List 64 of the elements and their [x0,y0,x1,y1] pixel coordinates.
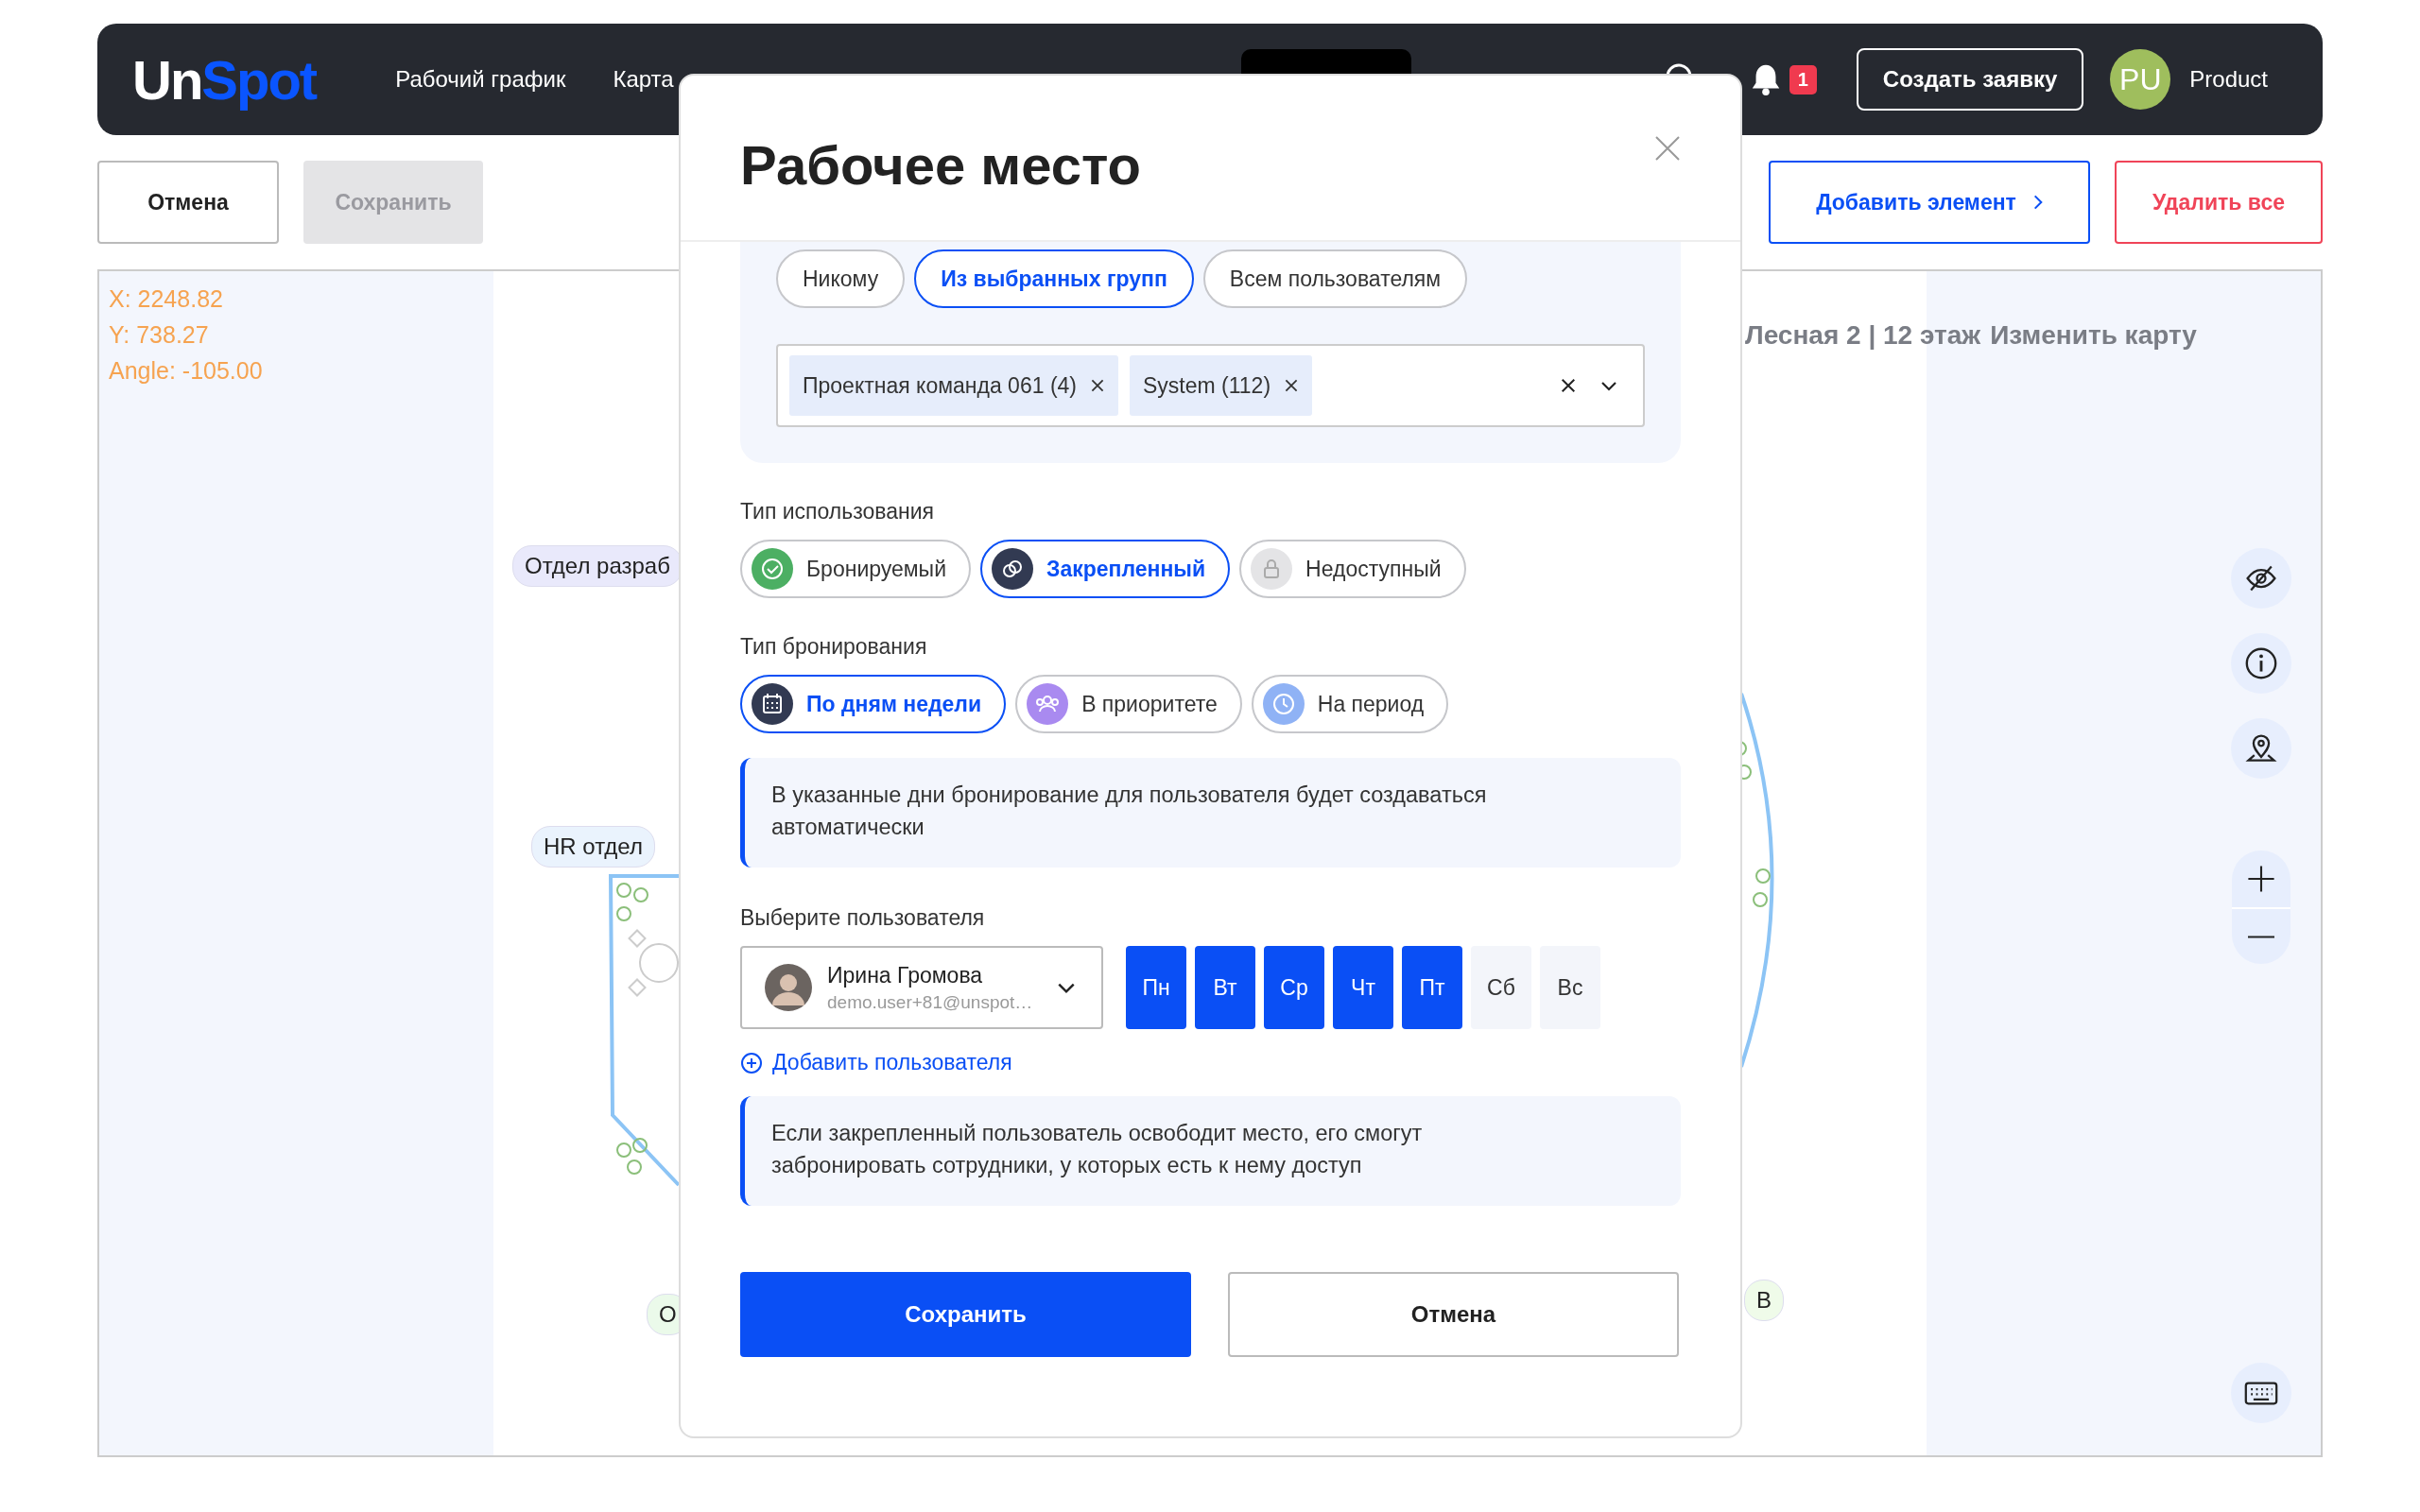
plus-icon [2245,863,2277,895]
change-map-link[interactable]: Изменить карту [1990,320,2197,351]
access-option[interactable]: Никому [776,249,906,308]
keyboard-icon [2244,1380,2278,1406]
booking-option[interactable]: В приоритете [1015,675,1242,733]
cancel-button[interactable]: Отмена [1228,1272,1679,1357]
user-name: Ирина Громова [827,962,984,988]
usage-option[interactable]: Бронируемый [740,540,971,598]
remove-icon[interactable] [1284,378,1300,393]
coordinate-readout: X: 2248.82 [109,284,224,314]
lock-icon [1251,548,1293,590]
remove-icon[interactable] [1090,378,1105,393]
weekday-toggle[interactable]: Вт [1195,946,1255,1029]
delete-all-button[interactable]: Удалить все [2115,161,2323,244]
plus-circle-icon [740,1051,763,1074]
user-select[interactable]: Ирина Громова demo.user+81@unspot… [740,946,1103,1029]
access-option[interactable]: Всем пользователям [1202,249,1468,308]
info-note: Если закрепленный пользователь освободит место, его смогут забронировать сотрудники, у которых есть к нему доступ [740,1096,1681,1206]
info-note: В указанные дни бронирование для пользователя будет создаваться автоматически [740,758,1681,868]
zone-label[interactable]: HR отдел [531,826,655,868]
add-user-link[interactable]: Добавить пользователя [740,1050,1012,1075]
chevron-icon [2032,194,2043,211]
coordinate-readout: Angle: -105.00 [109,356,263,386]
avatar-icon [765,964,812,1011]
logo[interactable]: UnSpot [132,47,317,112]
cancel-button[interactable]: Отмена [97,161,279,244]
tag-label: System (112) [1143,372,1271,399]
weekday-toggle[interactable]: Пн [1126,946,1186,1029]
group-select-field[interactable]: Проектная команда 061 (4) System (112) [776,344,1645,427]
weekday-toggle[interactable]: Пт [1402,946,1462,1029]
section-label: Выберите пользователя [740,905,986,931]
clear-icon[interactable] [1560,377,1577,394]
section-label: Тип использования [740,499,936,524]
dialog-title: Рабочее место [740,132,1141,197]
link-icon [992,548,1033,590]
weekday-toggle[interactable]: Сб [1471,946,1531,1029]
save-button[interactable]: Сохранить [740,1272,1191,1357]
clock-icon [1262,683,1305,725]
minus-icon [2248,935,2274,938]
group-icon [1027,683,1069,725]
location-title: Лесная 2 | 12 этаж [1745,320,1981,351]
close-icon[interactable] [1653,134,1682,163]
zone-label[interactable]: В [1744,1280,1784,1321]
calendar-icon [752,683,793,725]
usage-option[interactable]: Недоступный [1239,540,1466,598]
user-name: Product [2189,66,2268,93]
booking-option[interactable]: На период [1251,675,1449,733]
coordinate-readout: Y: 738.27 [109,320,210,350]
info-icon [2243,645,2279,681]
add-element-button[interactable]: Добавить элемент [1769,161,2090,244]
access-option[interactable]: Из выбранных групп [914,249,1194,308]
nav-link[interactable]: Рабочий график [395,66,566,93]
nav-link[interactable]: Карта [613,66,674,93]
usage-option[interactable]: Закрепленный [980,540,1231,598]
tag-label: Проектная команда 061 (4) [803,372,1077,399]
weekday-toggle[interactable]: Ср [1264,946,1324,1029]
notification-badge: 1 [1789,64,1817,94]
booking-option[interactable]: По дням недели [740,675,1007,733]
weekday-toggle[interactable]: Вс [1540,946,1600,1029]
user-email: demo.user+81@unspot… [827,991,1034,1013]
section-label: Тип бронирования [740,634,928,660]
check-icon [752,548,793,590]
create-request-button[interactable]: Создать заявку [1856,48,2084,111]
weekday-toggle[interactable]: Чт [1333,946,1393,1029]
